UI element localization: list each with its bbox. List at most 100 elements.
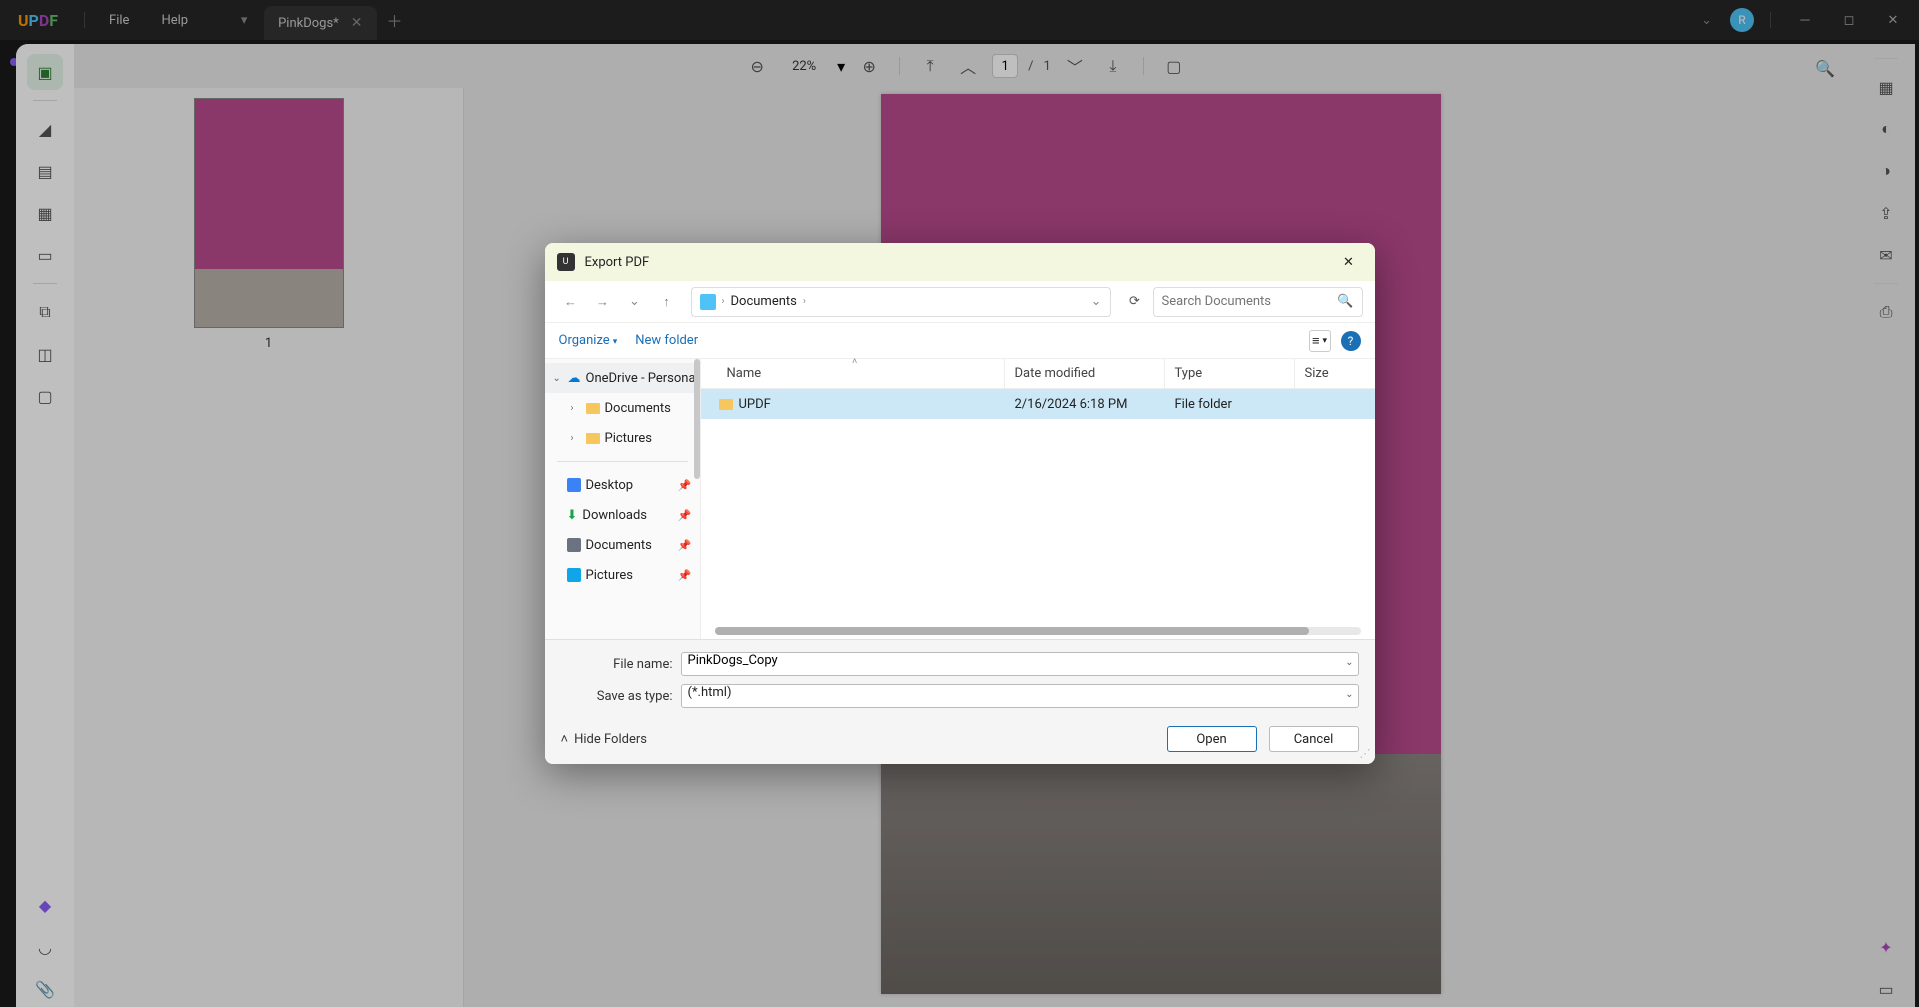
refresh-button[interactable]: ⟳ bbox=[1121, 288, 1149, 316]
folder-icon bbox=[586, 403, 600, 414]
tree-item-documents[interactable]: › Documents bbox=[545, 393, 700, 423]
search-box[interactable]: 🔍 bbox=[1153, 287, 1363, 317]
horizontal-scrollbar[interactable] bbox=[715, 627, 1361, 635]
file-date: 2/16/2024 6:18 PM bbox=[1005, 397, 1165, 412]
dialog-footer: ˄ Hide Folders Open Cancel bbox=[545, 714, 1375, 764]
chevron-down-icon: ⌄ bbox=[553, 373, 563, 384]
new-folder-button[interactable]: New folder bbox=[635, 333, 698, 348]
desktop-icon bbox=[567, 478, 581, 492]
dialog-fields: File name: ⌄ Save as type: (*.html) ⌄ bbox=[545, 639, 1375, 714]
pictures-icon bbox=[567, 568, 581, 582]
hide-folders-toggle[interactable]: ˄ Hide Folders bbox=[561, 731, 647, 747]
close-icon: ✕ bbox=[1343, 255, 1354, 270]
file-type: File folder bbox=[1165, 397, 1295, 412]
filename-input-wrapper: ⌄ bbox=[681, 652, 1359, 676]
organize-label: Organize bbox=[559, 333, 610, 348]
chevron-right-icon: › bbox=[803, 296, 806, 307]
nav-recent-button[interactable]: ⌄ bbox=[621, 288, 649, 316]
documents-icon bbox=[567, 538, 581, 552]
folder-icon bbox=[700, 294, 716, 310]
column-label: Name bbox=[727, 366, 762, 381]
arrow-up-icon: ↑ bbox=[663, 294, 670, 310]
column-name[interactable]: ˄ Name bbox=[701, 359, 1005, 388]
chevron-down-icon: ⌄ bbox=[1345, 689, 1353, 700]
dialog-body: ⌄ ☁ OneDrive - Personal › Documents › Pi… bbox=[545, 359, 1375, 639]
separator bbox=[557, 461, 688, 462]
tree-label: Downloads bbox=[582, 508, 647, 523]
download-icon: ⬇ bbox=[567, 508, 578, 523]
tree-item-downloads[interactable]: ⬇ Downloads 📌 bbox=[545, 500, 700, 530]
tree-label: Desktop bbox=[586, 478, 634, 493]
help-icon: ? bbox=[1348, 334, 1354, 348]
tree-label: Documents bbox=[586, 538, 652, 553]
dialog-titlebar: U Export PDF ✕ bbox=[545, 243, 1375, 281]
nav-forward-button[interactable]: → bbox=[589, 288, 617, 316]
file-list: ˄ Name Date modified Type Size UPDF 2/16… bbox=[701, 359, 1375, 639]
list-icon: ≡ bbox=[1312, 333, 1320, 349]
column-size[interactable]: Size bbox=[1295, 359, 1375, 388]
pin-icon: 📌 bbox=[678, 509, 692, 522]
open-button[interactable]: Open bbox=[1167, 726, 1257, 752]
search-input[interactable] bbox=[1162, 294, 1338, 309]
resize-grip[interactable]: ⋰ bbox=[1360, 747, 1371, 760]
tree-item-documents-quick[interactable]: Documents 📌 bbox=[545, 530, 700, 560]
scrollbar-thumb[interactable] bbox=[715, 627, 1309, 635]
chevron-up-icon: ˄ bbox=[561, 731, 569, 747]
tree-item-desktop[interactable]: Desktop 📌 bbox=[545, 470, 700, 500]
tree-item-pictures-quick[interactable]: Pictures 📌 bbox=[545, 560, 700, 590]
filename-label: File name: bbox=[561, 657, 673, 672]
saveastype-label: Save as type: bbox=[561, 689, 673, 704]
chevron-down-icon[interactable]: ⌄ bbox=[1345, 657, 1353, 668]
breadcrumb-item[interactable]: Documents bbox=[731, 294, 797, 309]
filename-input[interactable] bbox=[688, 653, 1336, 668]
pin-icon: 📌 bbox=[678, 479, 692, 492]
breadcrumb-dropdown[interactable]: ⌄ bbox=[1091, 294, 1102, 309]
folder-icon bbox=[586, 433, 600, 444]
folder-icon bbox=[719, 399, 733, 410]
arrow-left-icon: ← bbox=[564, 294, 577, 310]
column-type[interactable]: Type bbox=[1165, 359, 1295, 388]
app-icon: U bbox=[557, 253, 575, 271]
chevron-down-icon: ⌄ bbox=[629, 294, 640, 309]
search-icon: 🔍 bbox=[1337, 294, 1353, 309]
column-date[interactable]: Date modified bbox=[1005, 359, 1165, 388]
tree-item-pictures[interactable]: › Pictures bbox=[545, 423, 700, 453]
scrollbar-thumb[interactable] bbox=[694, 359, 700, 479]
dialog-nav-bar: ← → ⌄ ↑ › Documents › ⌄ ⟳ 🔍 bbox=[545, 281, 1375, 323]
file-row[interactable]: UPDF 2/16/2024 6:18 PM File folder bbox=[701, 389, 1375, 419]
chevron-down-icon: ▾ bbox=[1323, 336, 1328, 346]
cancel-button[interactable]: Cancel bbox=[1269, 726, 1359, 752]
pin-icon: 📌 bbox=[678, 569, 692, 582]
nav-up-button[interactable]: ↑ bbox=[653, 288, 681, 316]
tree-label: Pictures bbox=[586, 568, 633, 583]
breadcrumb-bar[interactable]: › Documents › ⌄ bbox=[691, 287, 1111, 317]
saveastype-row: Save as type: (*.html) ⌄ bbox=[561, 684, 1359, 708]
tree-item-onedrive[interactable]: ⌄ ☁ OneDrive - Personal bbox=[545, 363, 700, 393]
dialog-close-button[interactable]: ✕ bbox=[1335, 248, 1363, 276]
saveastype-select[interactable]: (*.html) ⌄ bbox=[681, 684, 1359, 708]
modal-overlay: U Export PDF ✕ ← → ⌄ ↑ › Documents › ⌄ ⟳… bbox=[0, 0, 1919, 1007]
dialog-toolbar: Organize▾ New folder ≡▾ ? bbox=[545, 323, 1375, 359]
cloud-icon: ☁ bbox=[568, 371, 581, 386]
view-mode-button[interactable]: ≡▾ bbox=[1309, 330, 1331, 352]
tree-label: Documents bbox=[605, 401, 671, 416]
export-pdf-dialog: U Export PDF ✕ ← → ⌄ ↑ › Documents › ⌄ ⟳… bbox=[545, 243, 1375, 764]
folder-tree: ⌄ ☁ OneDrive - Personal › Documents › Pi… bbox=[545, 359, 701, 639]
chevron-right-icon: › bbox=[571, 403, 581, 414]
saveastype-value: (*.html) bbox=[688, 685, 732, 700]
chevron-right-icon: › bbox=[722, 296, 725, 307]
arrow-right-icon: → bbox=[596, 294, 609, 310]
pin-icon: 📌 bbox=[678, 539, 692, 552]
filename-row: File name: ⌄ bbox=[561, 652, 1359, 676]
chevron-right-icon: › bbox=[571, 433, 581, 444]
column-headers: ˄ Name Date modified Type Size bbox=[701, 359, 1375, 389]
sort-ascending-icon: ˄ bbox=[852, 356, 857, 367]
chevron-down-icon: ▾ bbox=[613, 337, 618, 347]
tree-label: OneDrive - Personal bbox=[586, 371, 699, 386]
help-button[interactable]: ? bbox=[1341, 331, 1361, 351]
nav-back-button[interactable]: ← bbox=[557, 288, 585, 316]
organize-menu[interactable]: Organize▾ bbox=[559, 333, 618, 348]
refresh-icon: ⟳ bbox=[1129, 294, 1140, 309]
tree-label: Pictures bbox=[605, 431, 652, 446]
dialog-title: Export PDF bbox=[585, 255, 650, 270]
